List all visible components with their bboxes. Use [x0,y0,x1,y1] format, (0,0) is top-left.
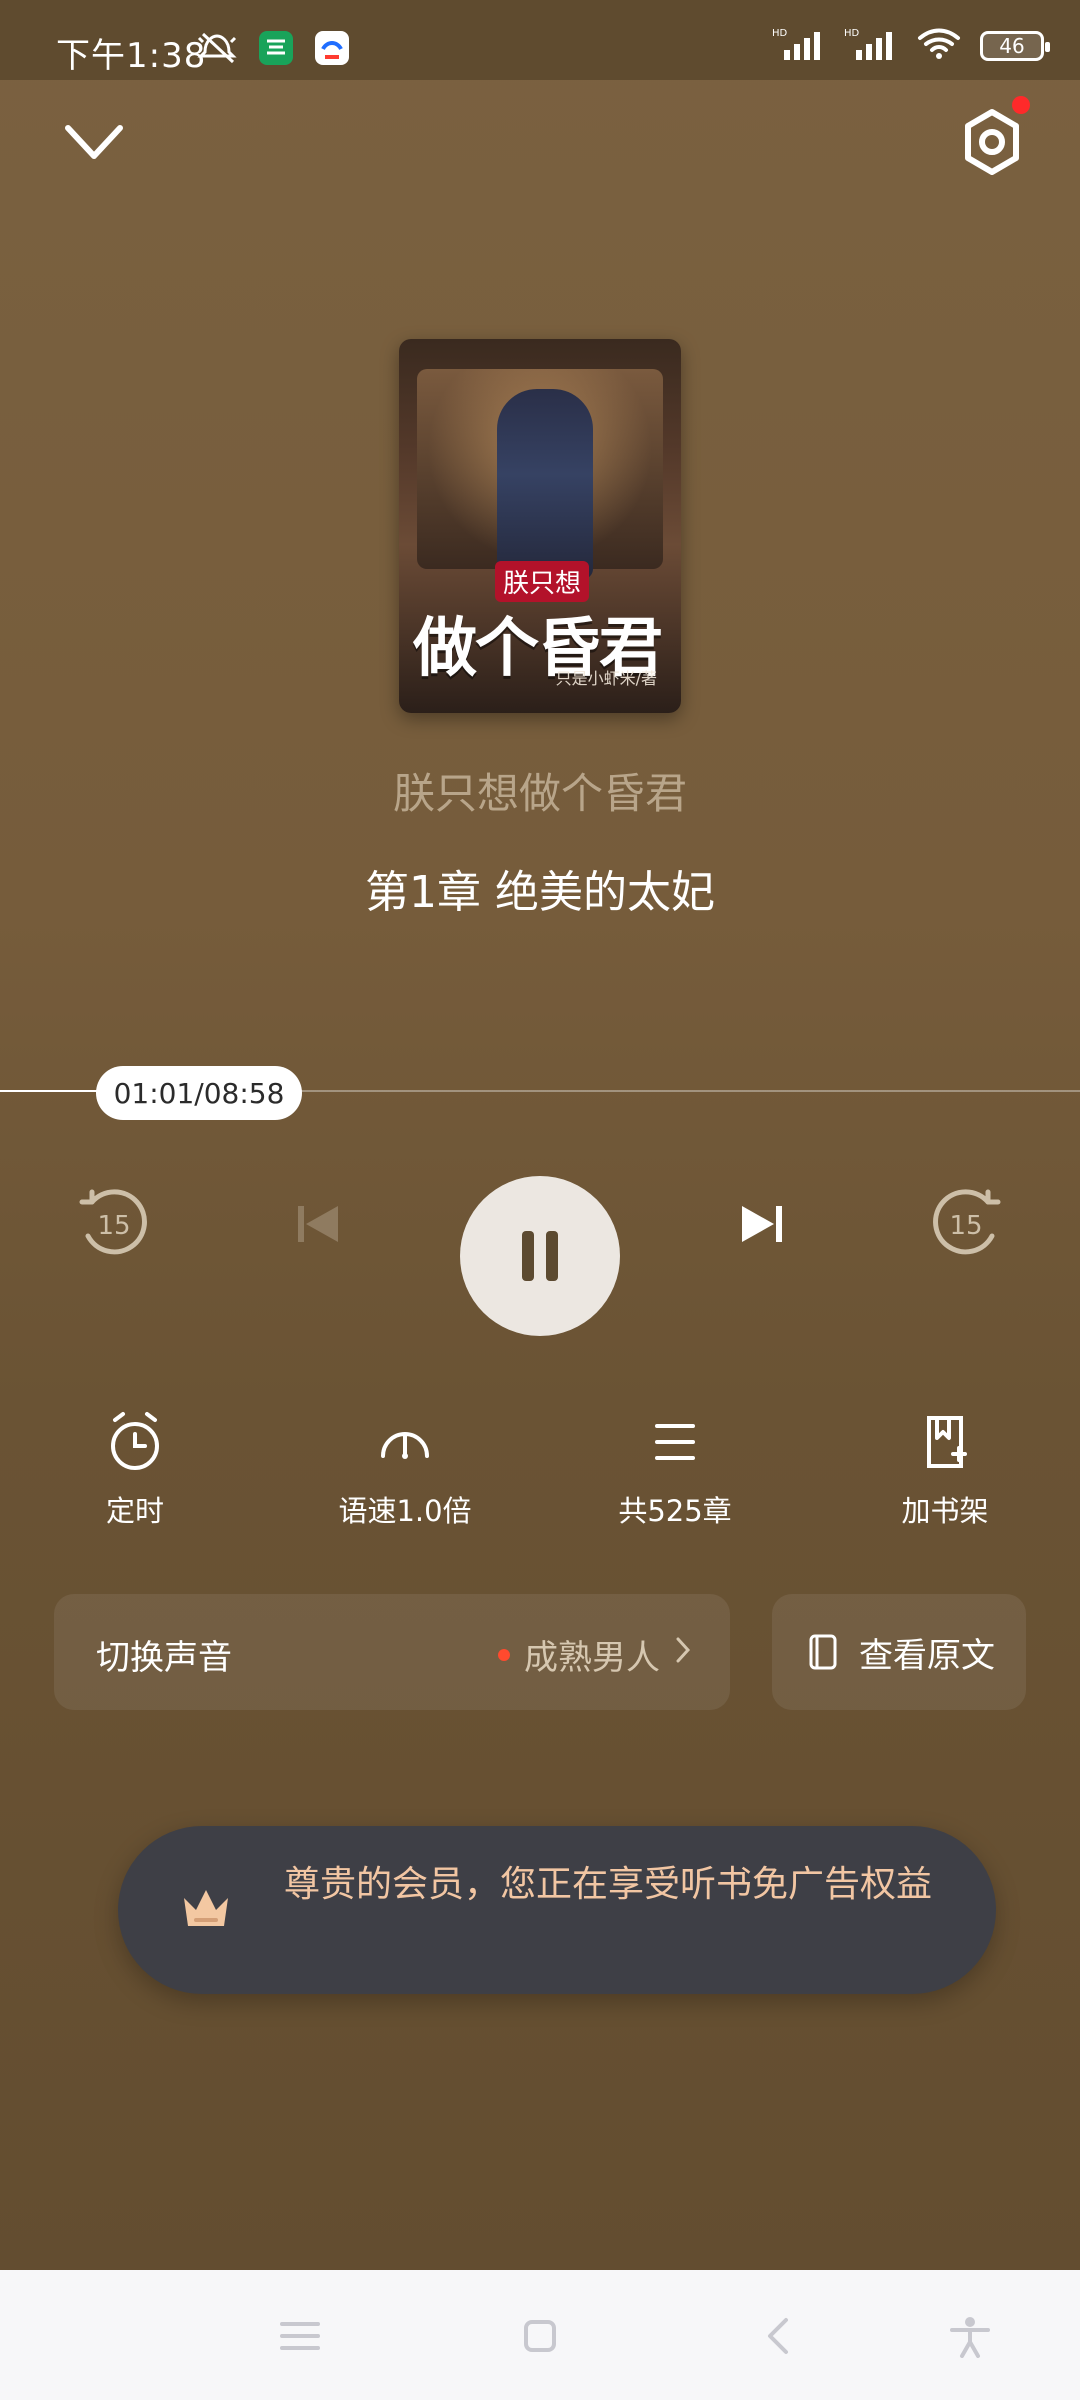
switch-voice-label: 切换声音 [96,1638,232,1678]
selected-voice[interactable]: 成熟男人 [498,1630,694,1679]
app-icon-green [257,29,295,71]
timer-label: 定时 [105,1494,164,1528]
app-icon-blue [313,29,351,71]
forward-15-button[interactable]: 15 [918,1176,1014,1272]
book-title: 朕只想做个昏君 [392,769,687,818]
pause-button[interactable] [460,1176,620,1336]
pause-icon [522,1231,558,1281]
add-bookshelf-label: 加书架 [901,1494,989,1528]
rewind-15-button[interactable]: 15 [66,1176,162,1272]
signal-icon-2: HD [844,26,898,66]
switch-voice-card[interactable]: 切换声音 成熟男人 [54,1594,730,1710]
crown-icon [184,1890,228,1926]
member-toast-text: 尊贵的会员，您正在享受听书免广告权益 [283,1864,932,1905]
chapters-label: 共525章 [618,1494,732,1528]
svg-text:15: 15 [97,1211,130,1241]
cover-small-title: 朕只想 [495,561,590,602]
progress-time-text: 01:01/08:58 [113,1076,285,1110]
next-chapter-button[interactable] [714,1176,810,1272]
forward-15-icon: 15 [933,1189,1001,1255]
speedometer-icon [381,1432,429,1459]
home-nav-button[interactable] [510,2314,570,2358]
status-left-icons [195,28,351,72]
bookmark-add-icon [927,1416,967,1468]
chevron-down-icon [65,125,123,159]
back-icon [768,2318,788,2354]
selected-voice-text: 成熟男人 [524,1638,660,1678]
settings-button[interactable] [956,106,1028,178]
battery-indicator: 46 [980,31,1050,61]
cover-author: 只是小虾米/著 [555,669,657,688]
add-bookshelf-button[interactable]: 加书架 [855,1410,1035,1530]
collapse-button[interactable] [62,118,126,166]
feature-row: 定时 语速1.0倍 共525章 加书架 [0,1410,1080,1528]
member-toast: 尊贵的会员，您正在享受听书免广告权益 [118,1826,996,1994]
audiobook-player: 下午1:38 HD HD 46 朕只想 做个昏君 只是小虾米/著 朕只想做个昏君… [0,0,1080,2270]
system-navigation-bar [0,2270,1080,2400]
chevron-right-icon [674,1633,694,1676]
progress-time-bubble[interactable]: 01:01/08:58 [96,1066,302,1120]
timer-button[interactable]: 定时 [45,1410,225,1530]
home-icon [524,2320,556,2352]
status-time: 下午1:38 [56,36,207,76]
svg-text:HD: HD [772,28,788,39]
back-nav-button[interactable] [750,2314,810,2358]
accessibility-icon [950,2317,990,2358]
svg-text:HD: HD [844,28,860,39]
alarm-clock-icon [111,1412,159,1470]
view-original-button[interactable]: 查看原文 [772,1594,1026,1710]
notification-dot [1012,96,1030,114]
menu-icon [280,2322,320,2350]
speed-button[interactable]: 语速1.0倍 [315,1410,495,1530]
signal-icon: HD [772,26,826,66]
list-icon [655,1424,695,1460]
cover-art-figure [497,389,593,579]
accessibility-nav-button[interactable] [940,2314,1000,2358]
skip-previous-icon [298,1206,338,1242]
book-icon [809,1634,837,1670]
rewind-15-icon: 15 [79,1189,147,1255]
mute-icon [195,28,239,72]
previous-chapter-button[interactable] [270,1176,366,1272]
status-bar: 下午1:38 HD HD 46 [0,0,1080,80]
chapter-title: 第1章 绝美的太妃 [365,867,715,918]
status-right: HD HD 46 [772,26,1050,66]
view-original-label: 查看原文 [859,1635,995,1676]
svg-text:15: 15 [949,1211,982,1241]
wifi-icon [916,26,962,66]
battery-level: 46 [999,34,1025,58]
skip-next-icon [742,1206,782,1242]
speed-label: 语速1.0倍 [338,1494,472,1528]
chapters-button[interactable]: 共525章 [585,1410,765,1530]
book-cover[interactable]: 朕只想 做个昏君 只是小虾米/著 [399,339,681,713]
hexagon-settings-icon [965,109,1019,175]
menu-nav-button[interactable] [270,2314,330,2358]
voice-status-dot [498,1648,510,1661]
